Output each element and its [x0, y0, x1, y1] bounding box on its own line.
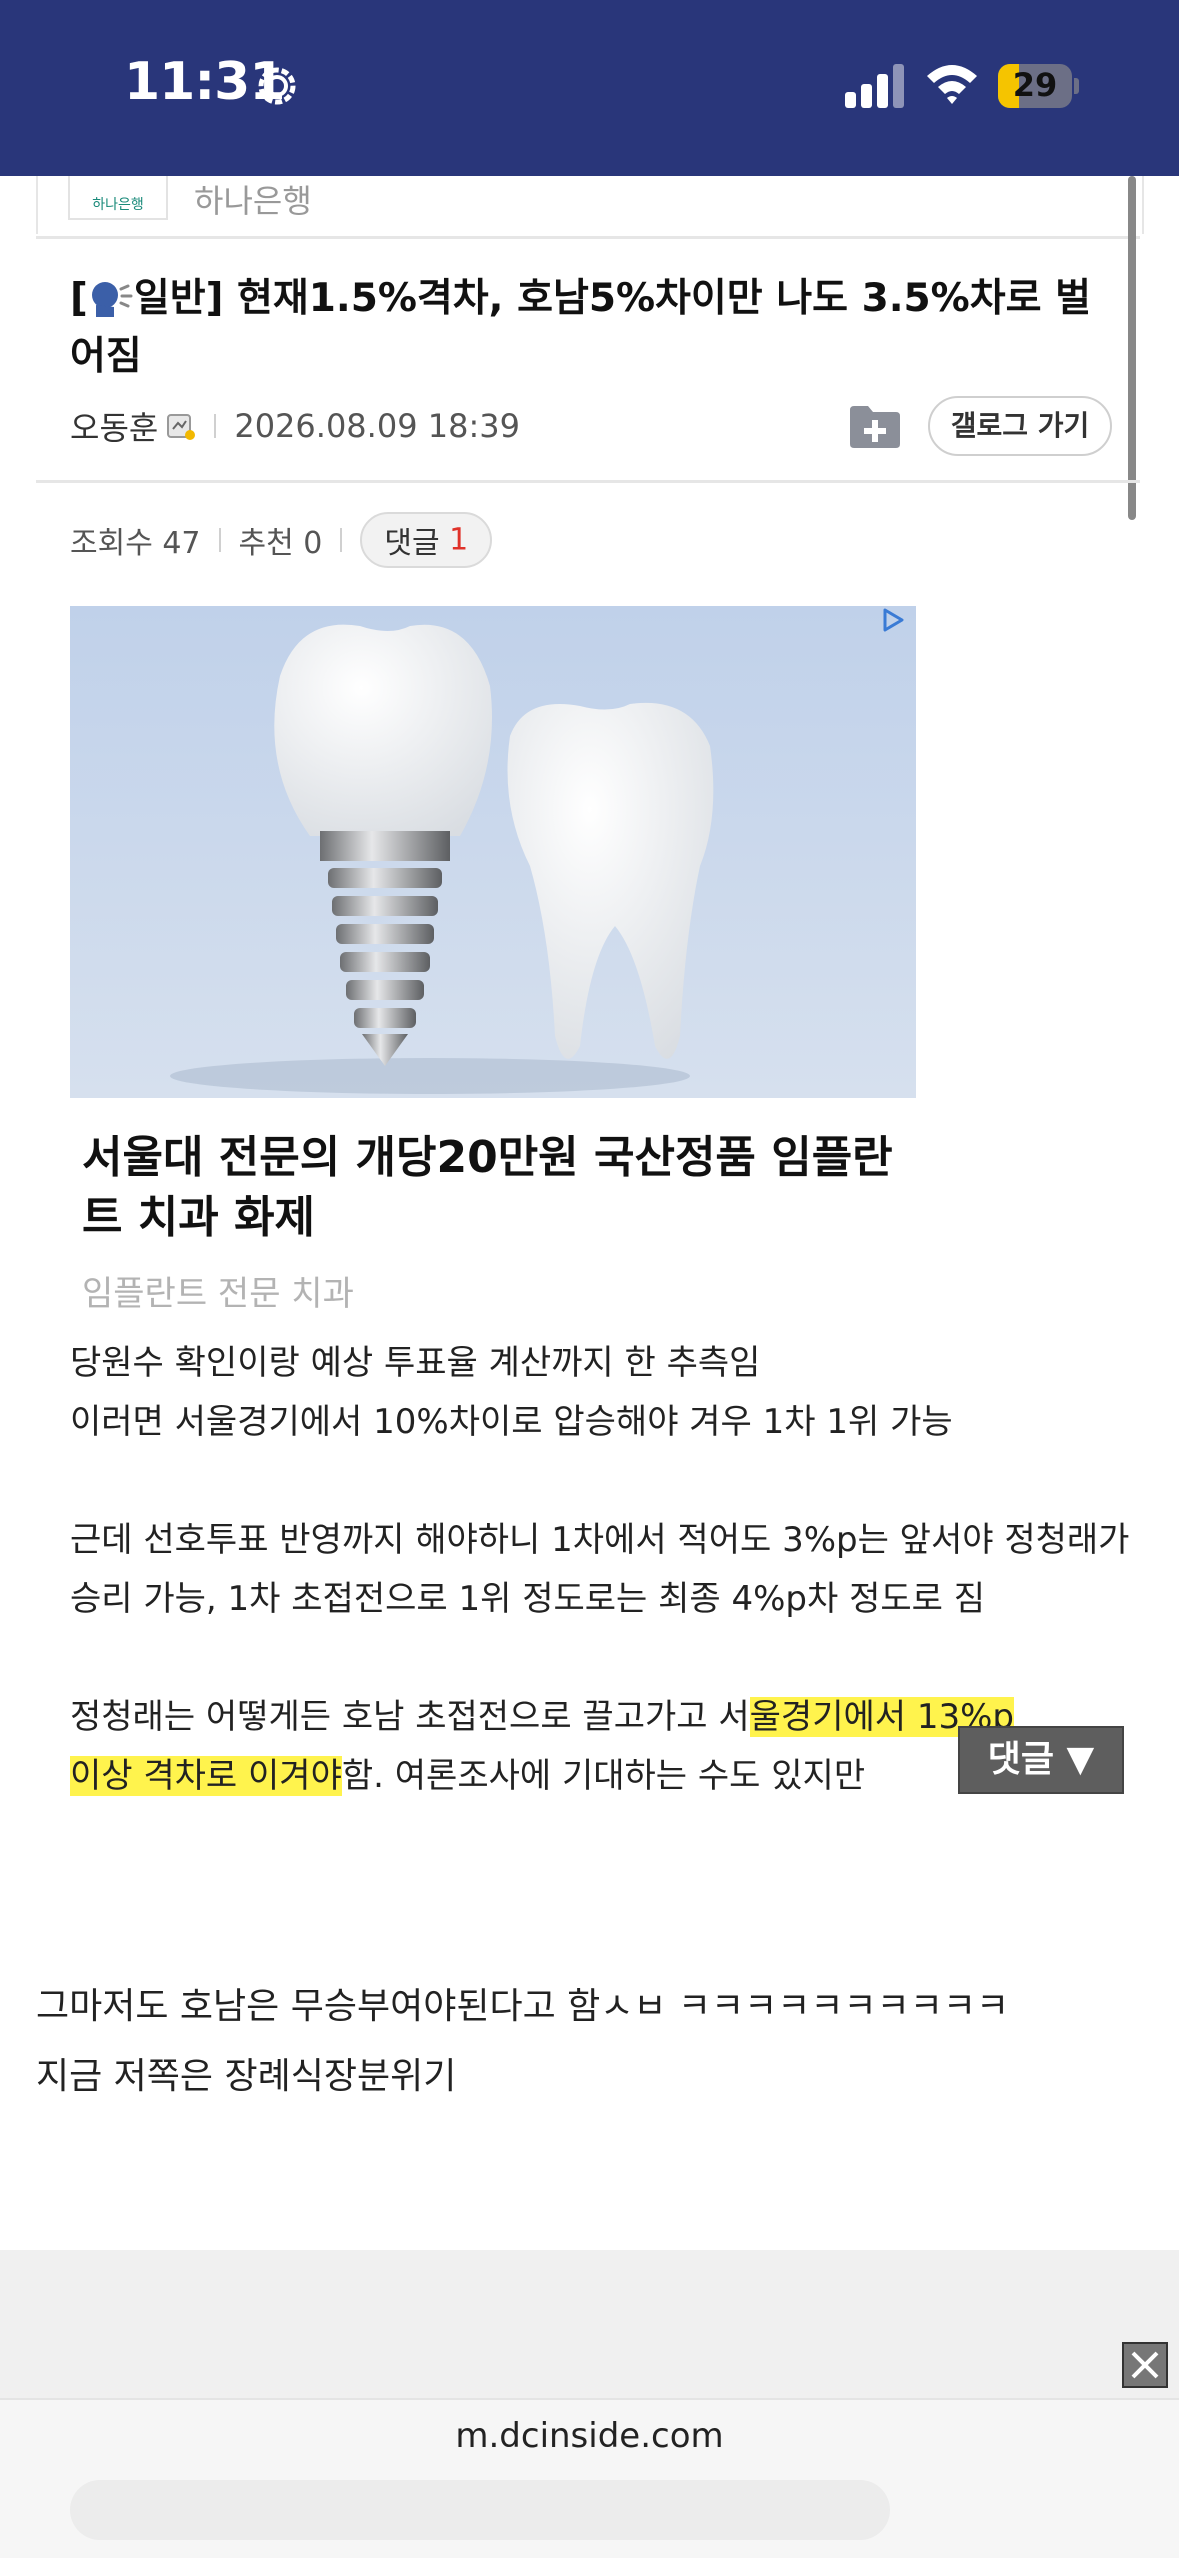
comment-toggle-button[interactable]: 댓글 ▼ [958, 1726, 1124, 1794]
fixed-nick-badge-icon [167, 414, 196, 440]
toolbar-blur [70, 2480, 890, 2540]
ad-subtitle: 임플란트 전문 치과 [82, 1274, 354, 1314]
close-icon[interactable] [1122, 2342, 1168, 2388]
recommend-count: 추천 0 [238, 526, 323, 561]
post-body-paragraph: 근데 선호투표 반영까지 해야하니 1차에서 적어도 3%p는 앞서야 정청래가… [70, 1520, 1130, 1619]
post-stats: 조회수 47 추천 0 댓글 1 [70, 512, 493, 568]
wifi-icon [927, 65, 977, 104]
post-date: 2026.08.09 18:39 [234, 407, 520, 445]
bank-logo: 하나은행 [68, 176, 168, 220]
ad-image[interactable] [70, 606, 916, 1098]
bank-name: 하나은행 [194, 182, 312, 220]
post-body-line: 그마저도 호남은 무승부여야된다고 함ㅅㅂ ㅋㅋㅋㅋㅋㅋㅋㅋㅋㅋ [36, 1986, 1010, 2027]
speaking-head-icon [91, 282, 133, 317]
post-meta: 오동훈 2026.08.09 18:39 [70, 403, 520, 453]
status-bar: 11:31 29 [0, 0, 1179, 176]
battery-level: 29 [1012, 66, 1058, 104]
gallog-button[interactable]: 갤로그 가기 [928, 396, 1112, 456]
comment-count-button[interactable]: 댓글 1 [360, 512, 493, 568]
post-body-line: 당원수 확인이랑 예상 투표율 계산까지 한 추측임 [70, 1343, 761, 1383]
cellular-signal-icon [845, 64, 904, 108]
dental-implant-image [70, 606, 916, 1098]
gear-icon [258, 67, 296, 105]
post-body-line: 지금 저쪽은 장례식장분위기 [36, 2056, 457, 2097]
battery-indicator: 29 [998, 64, 1079, 108]
divider [36, 480, 1140, 483]
add-folder-icon[interactable] [848, 404, 902, 448]
browser-url-bar[interactable]: m.dcinside.com [0, 2398, 1179, 2558]
post-title: [ 일반] 현재1.5%격차, 호남5%차이만 나도 3.5%차로 벌어짐 [70, 276, 1091, 379]
ad-choices-icon[interactable] [880, 606, 906, 634]
bottom-ad-area [0, 2250, 1179, 2398]
divider [36, 236, 1140, 239]
bank-ad-strip[interactable]: 하나은행 하나은행 [36, 176, 1144, 234]
view-count: 조회수 47 [70, 526, 201, 561]
highlighted-text: 이상 격차로 이겨야 [70, 1756, 342, 1796]
post-body-line: 이러면 서울경기에서 10%차이로 압승해야 겨우 1차 1위 가능 [70, 1402, 953, 1442]
scrollbar[interactable] [1128, 176, 1136, 520]
url-text[interactable]: m.dcinside.com [0, 2416, 1179, 2456]
ad-title[interactable]: 서울대 전문의 개당20만원 국산정품 임플란트 치과 화제 [82, 1128, 932, 1248]
author-name[interactable]: 오동훈 [70, 409, 158, 447]
